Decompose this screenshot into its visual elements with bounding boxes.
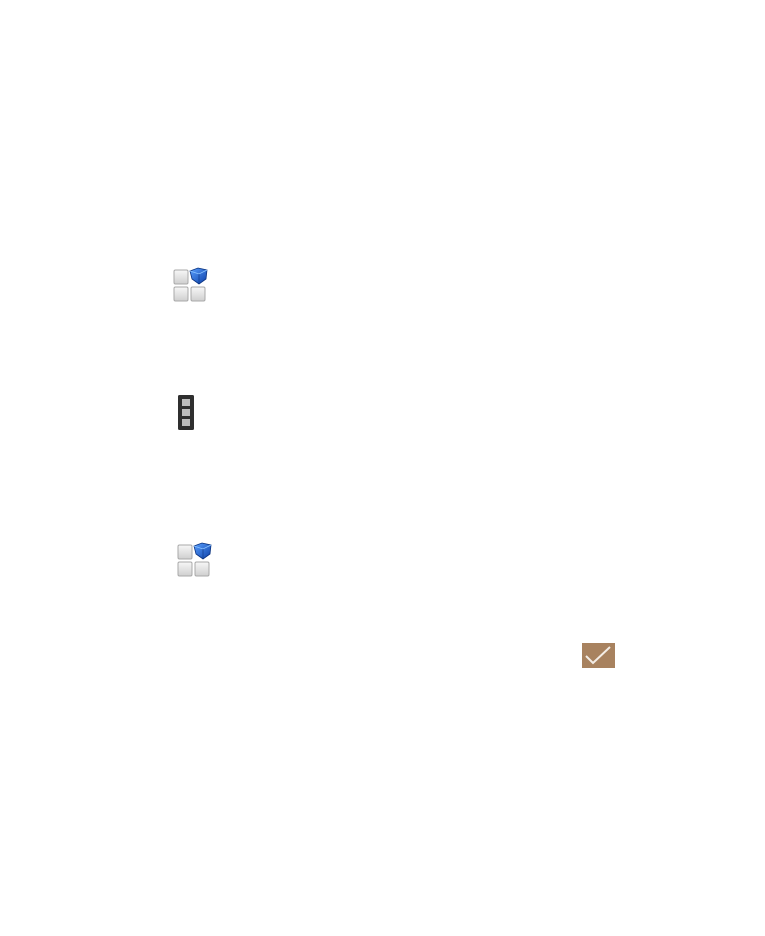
menu-icon xyxy=(178,395,194,430)
instruction-page xyxy=(0,0,765,936)
apps-icon xyxy=(173,267,209,303)
checkmark-icon xyxy=(582,643,615,668)
apps-icon xyxy=(177,542,213,578)
